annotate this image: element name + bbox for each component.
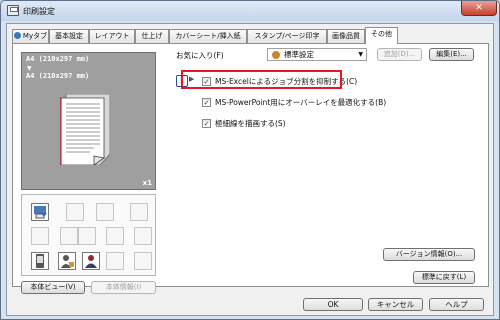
- dialog-client-area: Myタブ 基本設定 レイアウト 仕上げ カバーシート/挿入紙 スタンプ/ページ印…: [6, 23, 494, 316]
- tab-layout[interactable]: レイアウト: [89, 29, 135, 43]
- option-label: 極細線を描画する(S): [215, 119, 286, 128]
- favorites-selected: 標準設定: [284, 50, 314, 59]
- print-settings-window: 印刷設定 ✕ Myタブ 基本設定 レイアウト 仕上げ カバーシート/挿入紙 スタ…: [0, 0, 500, 320]
- ok-button[interactable]: OK: [303, 298, 363, 311]
- printer-info-button: 本体情報(I): [91, 281, 156, 294]
- title-bar: 印刷設定 ✕: [1, 1, 499, 21]
- chevron-down-icon: ▼: [358, 51, 363, 58]
- watermark-icon: [106, 227, 124, 245]
- hand-icon: [130, 203, 148, 221]
- mobile-device-icon[interactable]: [31, 252, 49, 270]
- highlight-frame: [181, 70, 342, 89]
- edit-favorite-button[interactable]: 編集(E)...: [429, 48, 474, 61]
- tab-finishing[interactable]: 仕上げ: [135, 29, 169, 43]
- tab-label: 仕上げ: [141, 32, 163, 40]
- account-track-icon[interactable]: [82, 252, 100, 270]
- help-button[interactable]: ヘルプ: [429, 298, 484, 311]
- tab-stamp[interactable]: スタンプ/ページ印字: [247, 29, 327, 43]
- tab-basic[interactable]: 基本設定: [49, 29, 89, 43]
- tab-image-quality[interactable]: 画像品質: [327, 29, 365, 43]
- text-icon: [78, 227, 96, 245]
- print-preview: A4 (210x297 mm) ▼ A4 (210x297 mm) x1: [21, 52, 156, 190]
- printer-view-button[interactable]: 本体ビュー(V): [21, 281, 85, 294]
- window-title: 印刷設定: [23, 7, 55, 16]
- checkbox[interactable]: ✓: [202, 98, 211, 107]
- booklet-icon: [31, 227, 49, 245]
- tab-mytab[interactable]: Myタブ: [12, 29, 49, 43]
- user-auth-icon[interactable]: [58, 252, 76, 270]
- tab-cover-sheet[interactable]: カバーシート/挿入紙: [169, 29, 247, 43]
- printer-icon: [7, 5, 19, 16]
- document-page-icon: [60, 94, 110, 165]
- document-icon: [134, 227, 152, 245]
- source-paper-size: A4 (210x297 mm): [26, 55, 90, 63]
- function-icon-panel: [21, 194, 156, 276]
- tab-label: Myタブ: [22, 32, 48, 40]
- favorite-setting-icon: [272, 51, 280, 59]
- option-label: MS-PowerPoint用にオーバーレイを最適化する(B): [215, 98, 387, 107]
- restore-defaults-button[interactable]: 標準に戻す(L): [413, 271, 475, 284]
- tab-label: 基本設定: [55, 32, 83, 40]
- tab-label: スタンプ/ページ印字: [254, 32, 320, 40]
- version-info-button[interactable]: バージョン情報(O)...: [383, 248, 475, 261]
- close-button[interactable]: ✕: [461, 1, 497, 16]
- magnifier-icon: [13, 32, 21, 39]
- down-arrow-icon: ▼: [27, 65, 32, 72]
- tab-label: 画像品質: [332, 32, 360, 40]
- box-save-icon: [134, 252, 152, 270]
- output-paper-size: A4 (210x297 mm): [26, 72, 90, 80]
- tab-label: レイアウト: [94, 32, 130, 40]
- copy-pages-icon: [96, 203, 114, 221]
- printer-status-icon[interactable]: [31, 203, 49, 221]
- secure-print-icon: [106, 252, 124, 270]
- add-favorite-button: 追加(D)...: [377, 48, 422, 61]
- favorites-dropdown[interactable]: 標準設定 ▼: [267, 48, 367, 61]
- tab-label: その他: [371, 30, 392, 38]
- favorites-label: お気に入り(F): [176, 51, 224, 60]
- tab-other[interactable]: その他: [365, 27, 398, 44]
- fax-icon: [66, 203, 84, 221]
- cancel-button[interactable]: キャンセル: [368, 298, 423, 311]
- checkbox[interactable]: ✓: [202, 119, 211, 128]
- copies-count: x1: [142, 179, 152, 187]
- tab-label: カバーシート/挿入紙: [175, 32, 241, 40]
- layout-icon: [60, 227, 78, 245]
